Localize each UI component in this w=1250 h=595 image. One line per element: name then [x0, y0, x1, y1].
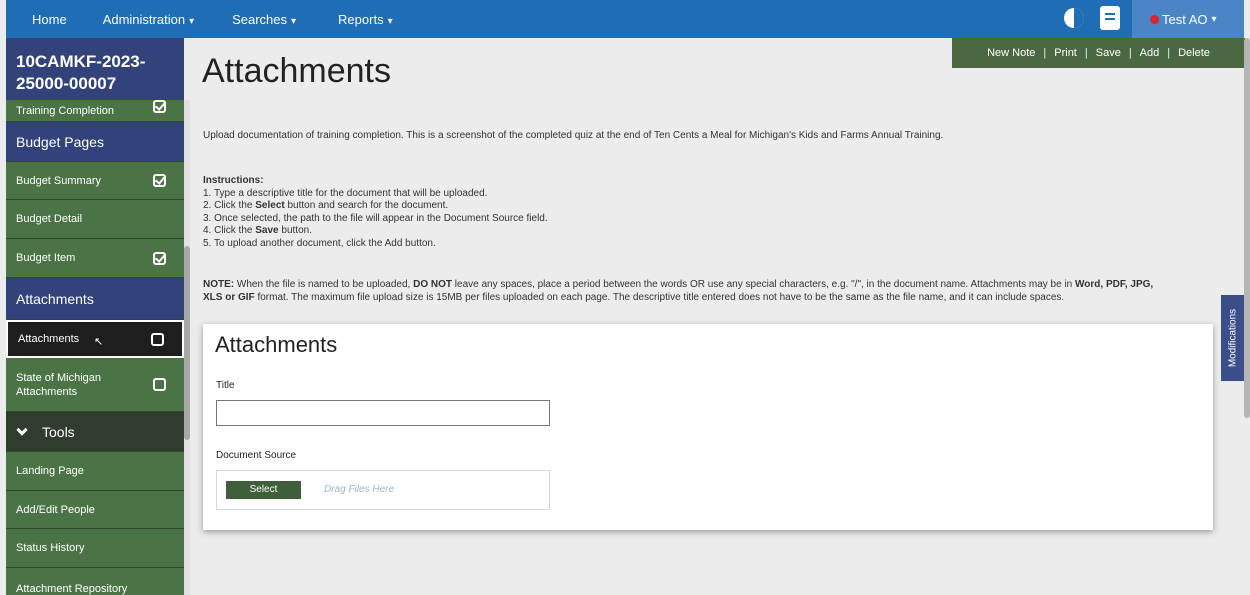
instructions-heading: Instructions: — [203, 175, 264, 186]
new-note-button[interactable]: New Note — [987, 47, 1035, 59]
nav-searches[interactable]: Searches ▾ — [220, 12, 308, 27]
page-title: Attachments — [202, 52, 391, 90]
empty-checkbox-icon — [151, 332, 164, 346]
chevron-down-icon: ▾ — [1211, 13, 1217, 25]
sidebar-item-label: Budget Summary — [16, 174, 101, 187]
sidebar-section-attachments: Attachments — [6, 278, 184, 320]
page-description: Upload documentation of training complet… — [203, 130, 944, 141]
document-source-label: Document Source — [216, 450, 297, 461]
sidebar-item-budget-detail[interactable]: Budget Detail — [6, 200, 184, 239]
sidebar-scrollbar-thumb[interactable] — [184, 246, 190, 440]
sidebar: 10CAMKF-2023- 25000-00007 Training Compl… — [6, 38, 184, 595]
title-input[interactable] — [216, 400, 550, 426]
sidebar-item-budget-item[interactable]: Budget Item — [6, 239, 184, 278]
sidebar-section-tools[interactable]: Tools — [6, 412, 184, 452]
action-separator: | — [1084, 47, 1088, 59]
sidebar-item-label: Budget Item — [16, 252, 76, 264]
nav-reports[interactable]: Reports ▾ — [326, 12, 405, 27]
chevron-down-icon: ▾ — [189, 15, 195, 27]
nav-reports-label: Reports — [338, 11, 384, 27]
chevron-down-icon: ▾ — [387, 15, 393, 27]
sidebar-item-attachment-repository[interactable]: Attachment Repository — [6, 568, 184, 595]
upload-note: NOTE: When the file is named to be uploa… — [203, 279, 1154, 303]
add-button[interactable]: Add — [1140, 47, 1160, 59]
top-navigation-bar: Home Administration ▾ Searches ▾ Reports ▾ — [6, 0, 1244, 38]
nav-home-label: Home — [32, 11, 67, 27]
user-name: Test AO — [1162, 11, 1208, 27]
sidebar-section-label: Tools — [42, 423, 75, 440]
action-separator: | — [1043, 47, 1047, 59]
title-label: Title — [216, 380, 235, 391]
sidebar-item-label: Landing Page — [16, 465, 84, 477]
mouse-cursor-icon: ↖ — [94, 336, 104, 348]
application-id-line2: 25000-00007 — [16, 74, 117, 93]
user-menu[interactable]: Test AO ▾ — [1132, 0, 1244, 38]
notes-icon[interactable] — [1100, 6, 1120, 30]
instruction-step: 5. To upload another document, click the… — [203, 237, 436, 249]
checked-checkbox-icon — [153, 100, 166, 113]
sidebar-item-label: Add/Edit People — [16, 503, 95, 516]
sidebar-item-state-of-michigan-attachments[interactable]: State of Michigan Attachments — [6, 358, 184, 412]
instructions: Instructions: 1. Type a descriptive titl… — [203, 175, 548, 250]
checked-checkbox-icon — [153, 251, 166, 265]
file-drop-zone[interactable]: Select Drag Files Here — [216, 470, 550, 510]
contrast-toggle-icon[interactable] — [1064, 8, 1084, 28]
sidebar-item-budget-summary[interactable]: Budget Summary — [6, 162, 184, 200]
sidebar-section-label: Attachments — [16, 290, 94, 307]
application-id-line1: 10CAMKF-2023- — [16, 52, 146, 71]
nav-administration-label: Administration — [102, 11, 186, 27]
modifications-tab[interactable]: Modifications — [1221, 295, 1245, 381]
sidebar-item-add-edit-people[interactable]: Add/Edit People — [6, 491, 184, 529]
chevron-down-icon: ▾ — [291, 15, 297, 27]
sidebar-item-label: State of Michigan Attachments — [16, 371, 101, 398]
sidebar-item-attachments[interactable]: Attachments ↖ — [6, 320, 184, 358]
sidebar-item-label: Attachment Repository — [16, 583, 128, 595]
instruction-step: 2. Click the Select button and search fo… — [203, 200, 449, 211]
action-separator: | — [1128, 47, 1132, 59]
sidebar-item-label: Status History — [16, 542, 85, 554]
modifications-tab-label: Modifications — [1227, 308, 1239, 368]
status-dot-icon — [1150, 14, 1159, 24]
sidebar-item-label: Attachments — [18, 333, 80, 345]
empty-checkbox-icon — [153, 378, 166, 391]
action-bar: New Note | Print | Save | Add | Delete — [952, 38, 1245, 68]
sidebar-section-label: Budget Pages — [16, 133, 104, 150]
delete-button[interactable]: Delete — [1178, 47, 1210, 59]
sidebar-item-landing-page[interactable]: Landing Page — [6, 452, 184, 491]
action-separator: | — [1167, 47, 1171, 59]
chevron-down-icon — [16, 423, 28, 436]
instruction-step: 3. Once selected, the path to the file w… — [203, 212, 548, 224]
application-id: 10CAMKF-2023- 25000-00007 — [6, 38, 184, 106]
select-file-button[interactable]: Select — [226, 481, 301, 499]
nav-home[interactable]: Home — [20, 12, 79, 27]
save-button[interactable]: Save — [1096, 47, 1121, 59]
sidebar-item-label: Budget Detail — [16, 213, 83, 225]
sidebar-section-budget-pages: Budget Pages — [6, 122, 184, 162]
print-button[interactable]: Print — [1054, 47, 1077, 59]
nav-administration[interactable]: Administration ▾ — [91, 12, 206, 27]
attachments-card: Attachments Title Document Source Select… — [203, 324, 1213, 530]
instruction-step: 1. Type a descriptive title for the docu… — [203, 187, 488, 199]
sidebar-item-status-history[interactable]: Status History — [6, 529, 184, 568]
sidebar-item-training-completion[interactable]: Training Completion — [6, 100, 184, 122]
sidebar-item-label: Training Completion — [16, 104, 115, 117]
main-scrollbar-thumb[interactable] — [1244, 38, 1250, 418]
instruction-step: 4. Click the Save button. — [203, 225, 312, 236]
card-title: Attachments — [215, 332, 338, 357]
drag-files-hint: Drag Files Here — [324, 484, 395, 495]
checked-checkbox-icon — [153, 174, 166, 187]
nav-searches-label: Searches — [232, 11, 288, 27]
